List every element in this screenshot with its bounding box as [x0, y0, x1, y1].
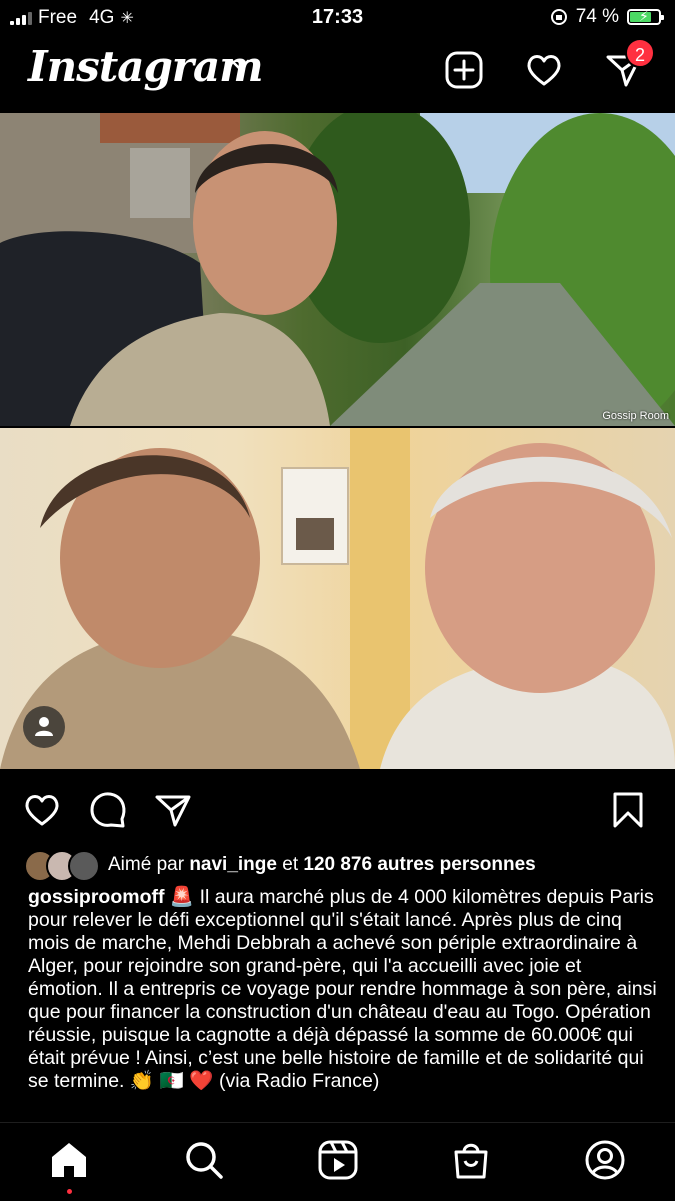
avatar [68, 850, 100, 882]
photo-watermark: Gossip Room [602, 410, 669, 422]
chevron-down-icon[interactable] [230, 58, 250, 72]
liked-by-middle: et [282, 854, 299, 875]
new-post-icon[interactable] [444, 50, 484, 90]
profile-icon[interactable] [584, 1139, 626, 1181]
heart-icon[interactable] [524, 50, 564, 90]
liked-by-count[interactable]: 120 876 autres personnes [303, 854, 535, 876]
post-photo-bottom[interactable] [0, 428, 675, 769]
liked-by-user[interactable]: navi_inge [189, 854, 277, 876]
battery-icon: ⚡ [627, 8, 664, 25]
post-photo-top[interactable]: Gossip Room [0, 113, 675, 426]
user-icon [35, 717, 53, 736]
bookmark-icon[interactable] [608, 790, 648, 830]
instagram-logo[interactable]: Instagram [28, 42, 264, 91]
liker-avatars [24, 850, 102, 882]
app-header: Instagram 2 [0, 36, 675, 112]
search-icon[interactable] [183, 1139, 225, 1181]
caption-text: 🚨 Il aura marché plus de 4 000 kilomètre… [28, 886, 657, 1092]
status-bar: Free 4G ✳ 17:33 74 % ⚡ [0, 0, 675, 36]
photo-bottom-illustration [0, 428, 675, 769]
status-right: 74 % ⚡ [550, 6, 664, 28]
shop-icon[interactable] [450, 1139, 492, 1181]
active-tab-indicator [67, 1189, 72, 1194]
share-icon[interactable] [153, 790, 193, 830]
tagged-people-button[interactable] [23, 706, 65, 748]
liked-by-prefix: Aimé par [108, 854, 185, 875]
bottom-tab-bar [0, 1122, 675, 1201]
caption-author[interactable]: gossiproomoff [28, 886, 165, 908]
post-caption: gossiproomoff 🚨 Il aura marché plus de 4… [28, 886, 658, 1093]
likes-row[interactable]: Aimé par navi_inge et 120 876 autres per… [24, 850, 536, 882]
reels-icon[interactable] [317, 1139, 359, 1181]
comment-icon[interactable] [88, 790, 128, 830]
home-icon[interactable] [48, 1139, 90, 1181]
dm-badge: 2 [625, 38, 655, 68]
like-icon[interactable] [22, 790, 62, 830]
photo-top-illustration [0, 113, 675, 426]
battery-percent: 74 % [575, 6, 619, 27]
orientation-lock-icon [550, 9, 567, 25]
